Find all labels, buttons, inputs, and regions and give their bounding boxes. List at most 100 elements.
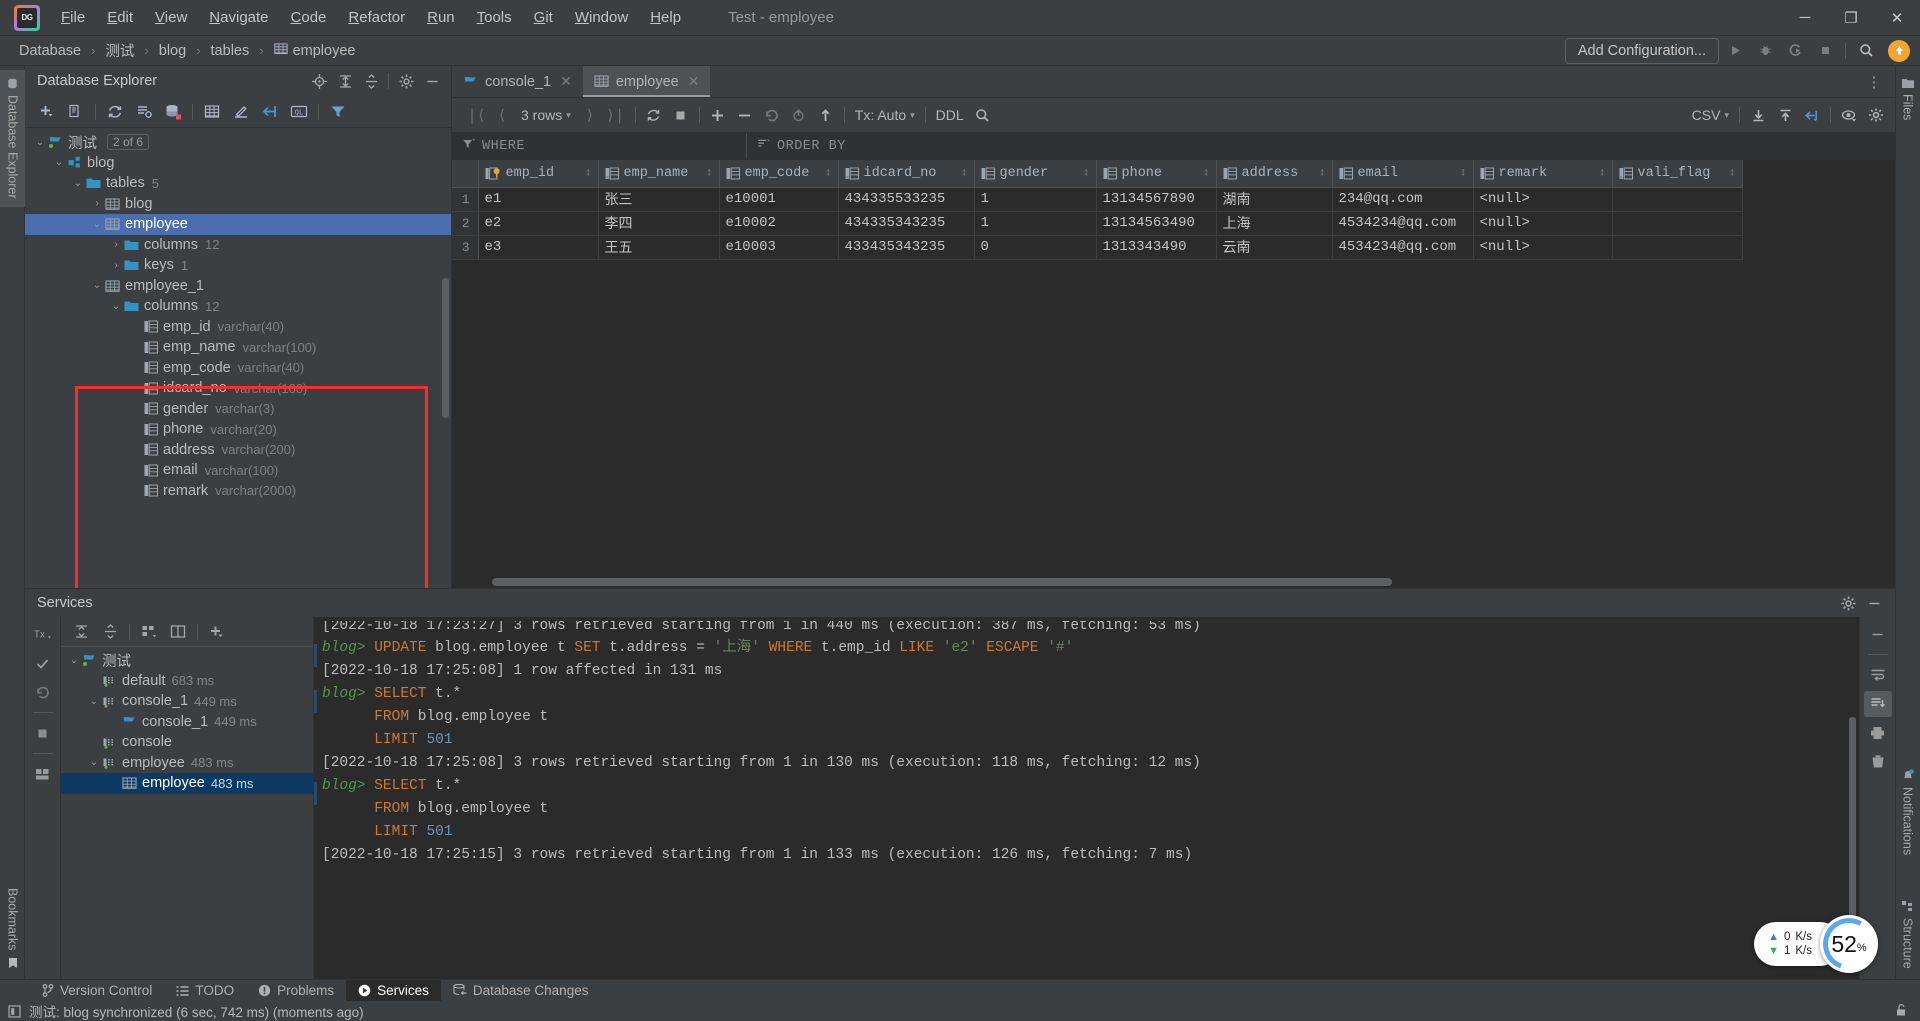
data-source-properties-icon[interactable] [159, 99, 187, 125]
run-icon[interactable] [1721, 39, 1749, 63]
service-tree-item-employee[interactable]: employee 483 ms [61, 773, 313, 794]
column-header-idcard_no[interactable]: idcard_no ↕ [838, 160, 975, 188]
sort-indicator-icon[interactable]: ↕ [1729, 167, 1736, 179]
data-grid[interactable]: emp_id ↕ emp_name ↕ emp_code ↕ idcard_no ↕ gende… [452, 160, 1895, 588]
submit-icon[interactable] [813, 102, 839, 128]
copy-icon[interactable] [62, 99, 90, 125]
column-header-remark[interactable]: remark ↕ [1473, 160, 1613, 188]
order-by-filter[interactable]: ORDER BY [747, 133, 863, 159]
table-cell[interactable]: 13134567890 [1096, 187, 1217, 212]
tool-window-button-problems[interactable]: Problems [246, 980, 346, 1002]
table-cell[interactable]: 4534234@qq.com [1332, 235, 1474, 260]
editor-tab-employee[interactable]: employee ✕ [582, 66, 711, 97]
column-header-address[interactable]: address ↕ [1216, 160, 1333, 188]
table-cell[interactable]: 1 [974, 187, 1097, 212]
tx-icon[interactable]: Tx [29, 621, 57, 647]
column-header-emp_code[interactable]: emp_code ↕ [719, 160, 839, 188]
filter-icon[interactable] [462, 138, 475, 155]
jump-to-console-icon[interactable] [1799, 102, 1825, 128]
table-cell[interactable]: 王五 [598, 235, 720, 260]
layout-icon[interactable] [29, 761, 57, 787]
unlock-icon[interactable] [1894, 1003, 1908, 1020]
close-icon[interactable]: ✕ [688, 73, 700, 90]
tool-window-button-todo[interactable]: TODO [164, 980, 246, 1002]
group-icon[interactable] [135, 619, 163, 645]
column-header-email[interactable]: email ↕ [1332, 160, 1474, 188]
tree-twisty-icon[interactable]: ⌄ [33, 137, 47, 148]
service-tree-item-employee[interactable]: ⌄ employee 483 ms [61, 753, 313, 774]
previous-page-button[interactable]: ⟨ [489, 102, 515, 128]
tree-twisty-icon[interactable]: › [90, 198, 104, 209]
menu-item-tools[interactable]: Tools [466, 5, 523, 30]
ddl-button[interactable]: DDL [931, 107, 969, 123]
db-tree-item-employee_1[interactable]: ⌄ employee_1 [25, 276, 451, 297]
tree-twisty-icon[interactable]: ⌄ [87, 757, 101, 768]
tree-twisty-icon[interactable]: ⌄ [90, 280, 104, 291]
tree-twisty-icon[interactable]: ⌄ [109, 301, 123, 312]
db-tree-item-address[interactable]: address varchar(200) [25, 440, 451, 461]
clear-all-icon[interactable] [1864, 749, 1892, 775]
menu-item-code[interactable]: Code [280, 5, 338, 30]
delete-row-icon[interactable] [732, 102, 758, 128]
service-tree-item-[interactable]: ⌄ 测试 [61, 650, 313, 671]
table-cell[interactable]: e1 [478, 187, 599, 212]
close-icon[interactable]: ✕ [560, 73, 572, 90]
sort-indicator-icon[interactable]: ↕ [825, 167, 832, 179]
sort-indicator-icon[interactable]: ↕ [1319, 167, 1326, 179]
menu-item-window[interactable]: Window [564, 5, 639, 30]
table-cell[interactable]: e2 [478, 211, 599, 236]
debug-icon[interactable] [1751, 39, 1779, 63]
table-cell[interactable]: 434335533235 [838, 187, 975, 212]
grid-horizontal-scrollbar[interactable] [492, 578, 1392, 586]
tool-window-button-version-control[interactable]: Version Control [30, 980, 164, 1002]
add-icon[interactable] [33, 99, 61, 125]
tree-twisty-icon[interactable]: › [109, 239, 123, 250]
tree-twisty-icon[interactable]: ⌄ [67, 655, 81, 666]
memory-gauge-widget[interactable]: 52 % [1820, 915, 1878, 973]
table-cell[interactable]: <null> [1473, 187, 1613, 212]
collapse-all-icon[interactable] [358, 68, 384, 94]
print-icon[interactable] [1864, 720, 1892, 746]
breadcrumb-item-tables[interactable]: tables [208, 42, 253, 60]
table-body[interactable]: 1 e1 张三 e10001 434335533235 1 13134567890 湖南 234… [452, 187, 1743, 260]
table-cell[interactable]: 湖南 [1216, 187, 1333, 212]
maximize-button[interactable]: ❐ [1828, 0, 1874, 36]
db-tree-item-tables[interactable]: ⌄ tables 5 [25, 173, 451, 194]
gear-icon[interactable] [1863, 102, 1889, 128]
soft-wrap-icon[interactable] [1864, 662, 1892, 688]
export-data-icon[interactable] [1772, 102, 1798, 128]
show-output-icon[interactable] [164, 619, 192, 645]
hide-panel-icon[interactable] [1861, 590, 1887, 616]
db-tree-item-blog[interactable]: ⌄ blog [25, 153, 451, 174]
tree-twisty-icon[interactable]: ⌄ [87, 696, 101, 707]
commit-icon[interactable] [29, 650, 57, 676]
minimize-button[interactable]: ─ [1782, 0, 1828, 36]
sort-indicator-icon[interactable]: ↕ [961, 167, 968, 179]
console-output[interactable]: [2022-10-18 17:23:27] 3 rows retrieved s… [314, 617, 1859, 981]
sync-settings-icon[interactable] [130, 99, 158, 125]
tool-window-button-database-changes[interactable]: Database Changes [441, 980, 601, 1002]
hide-icon[interactable] [1864, 621, 1892, 647]
sort-indicator-icon[interactable]: ↕ [1460, 167, 1467, 179]
editor-tab-console_1[interactable]: console_1 ✕ [452, 66, 583, 97]
hide-panel-icon[interactable] [419, 68, 445, 94]
table-cell[interactable]: 13134563490 [1096, 211, 1217, 236]
db-tree-item-gender[interactable]: gender varchar(3) [25, 399, 451, 420]
search-everywhere-icon[interactable] [1852, 39, 1880, 63]
db-tree-item-[interactable]: ⌄ 测试 2 of 6 [25, 132, 451, 153]
service-tree-item-console_1[interactable]: console_1 449 ms [61, 712, 313, 733]
table-row[interactable]: 1 e1 张三 e10001 434335533235 1 13134567890 湖南 234… [452, 187, 1743, 212]
db-tree-item-emp_name[interactable]: emp_name varchar(100) [25, 337, 451, 358]
revert-icon[interactable] [759, 102, 785, 128]
breadcrumb-item-测试[interactable]: 测试 [102, 39, 137, 62]
table-cell[interactable]: 433435343235 [838, 235, 975, 260]
tool-window-button-services[interactable]: Services [346, 979, 441, 1002]
transaction-mode-selector[interactable]: Tx: Auto ▾ [850, 107, 920, 123]
menu-item-help[interactable]: Help [639, 5, 692, 30]
db-tree-item-emp_code[interactable]: emp_code varchar(40) [25, 358, 451, 379]
sort-icon[interactable] [757, 138, 770, 155]
table-cell[interactable]: 4534234@qq.com [1332, 211, 1474, 236]
run-with-coverage-icon[interactable] [1781, 39, 1809, 63]
add-configuration-button[interactable]: Add Configuration... [1564, 37, 1719, 64]
service-tree-item-console[interactable]: console [61, 732, 313, 753]
